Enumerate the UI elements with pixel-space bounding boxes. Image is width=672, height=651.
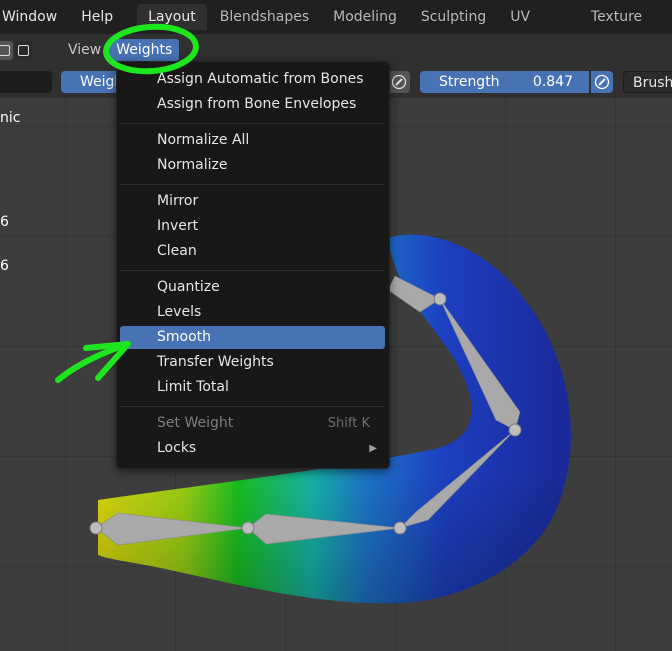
annotation-overlay <box>55 23 199 383</box>
highlight-circle-annotation <box>103 23 199 75</box>
arrow-annotation-icon <box>55 341 131 383</box>
